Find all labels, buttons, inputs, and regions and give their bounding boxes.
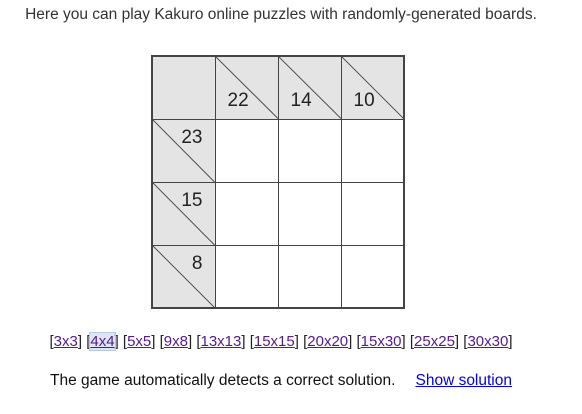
size-option: [5x5] — [122, 333, 156, 350]
column-clue-cell: 10 — [340, 55, 405, 120]
size-link-15x30[interactable]: 15x30 — [361, 333, 402, 350]
size-link-5x5[interactable]: 5x5 — [127, 333, 151, 350]
board-row-header: 22 14 10 — [151, 55, 405, 120]
size-link-3x3[interactable]: 3x3 — [54, 333, 78, 350]
size-link-9x8[interactable]: 9x8 — [164, 333, 188, 350]
answer-cell-r3c2[interactable] — [277, 244, 342, 309]
board-size-links: [3x3] [4x4] [5x5] [9x8] [13x13] [15x15] … — [0, 332, 562, 351]
size-option: [13x13] — [196, 333, 246, 350]
auto-detect-text: The game automatically detects a correct… — [50, 372, 396, 389]
kakuro-board: 22 14 10 23 15 8 — [151, 55, 405, 309]
size-option: [15x30] — [356, 333, 406, 350]
answer-cell-r2c3[interactable] — [340, 181, 405, 246]
answer-cell-r1c2[interactable] — [277, 118, 342, 183]
size-link-20x20[interactable]: 20x20 — [307, 333, 348, 350]
column-clue-3: 10 — [353, 89, 375, 111]
row-clue-3: 8 — [191, 252, 203, 274]
diagonal-divider — [153, 245, 215, 307]
answer-cell-r2c2[interactable] — [277, 181, 342, 246]
column-clue-cell: 14 — [277, 55, 342, 120]
row-clue-cell: 8 — [151, 244, 216, 309]
size-option: [25x25] — [409, 333, 460, 350]
size-link-15x15[interactable]: 15x15 — [254, 333, 295, 350]
size-option: [30x30] — [463, 333, 513, 350]
row-clue-1: 23 — [181, 126, 203, 148]
column-clue-cell: 22 — [214, 55, 279, 120]
size-option: [15x15] — [249, 333, 299, 350]
size-option: [3x3] — [49, 333, 83, 350]
size-option-current: [4x4] — [86, 332, 119, 351]
size-link-13x13[interactable]: 13x13 — [200, 333, 241, 350]
size-option: [9x8] — [159, 333, 193, 350]
answer-cell-r3c3[interactable] — [340, 244, 405, 309]
board-row-2: 15 — [151, 181, 405, 246]
size-option: [20x20] — [303, 333, 353, 350]
row-clue-2: 15 — [181, 189, 203, 211]
answer-cell-r3c1[interactable] — [214, 244, 279, 309]
size-link-4x4[interactable]: 4x4 — [89, 332, 116, 351]
column-clue-2: 14 — [290, 89, 312, 111]
corner-cell — [151, 55, 216, 120]
size-link-25x25[interactable]: 25x25 — [414, 333, 455, 350]
column-clue-1: 22 — [227, 89, 249, 111]
footer-bar: The game automatically detects a correct… — [0, 372, 562, 390]
answer-cell-r2c1[interactable] — [214, 181, 279, 246]
show-solution-link[interactable]: Show solution — [415, 372, 512, 389]
answer-cell-r1c1[interactable] — [214, 118, 279, 183]
answer-cell-r1c3[interactable] — [340, 118, 405, 183]
row-clue-cell: 15 — [151, 181, 216, 246]
row-clue-cell: 23 — [151, 118, 216, 183]
size-link-30x30[interactable]: 30x30 — [467, 333, 508, 350]
board-row-3: 8 — [151, 244, 405, 309]
intro-text: Here you can play Kakuro online puzzles … — [25, 6, 537, 23]
board-row-1: 23 — [151, 118, 405, 183]
